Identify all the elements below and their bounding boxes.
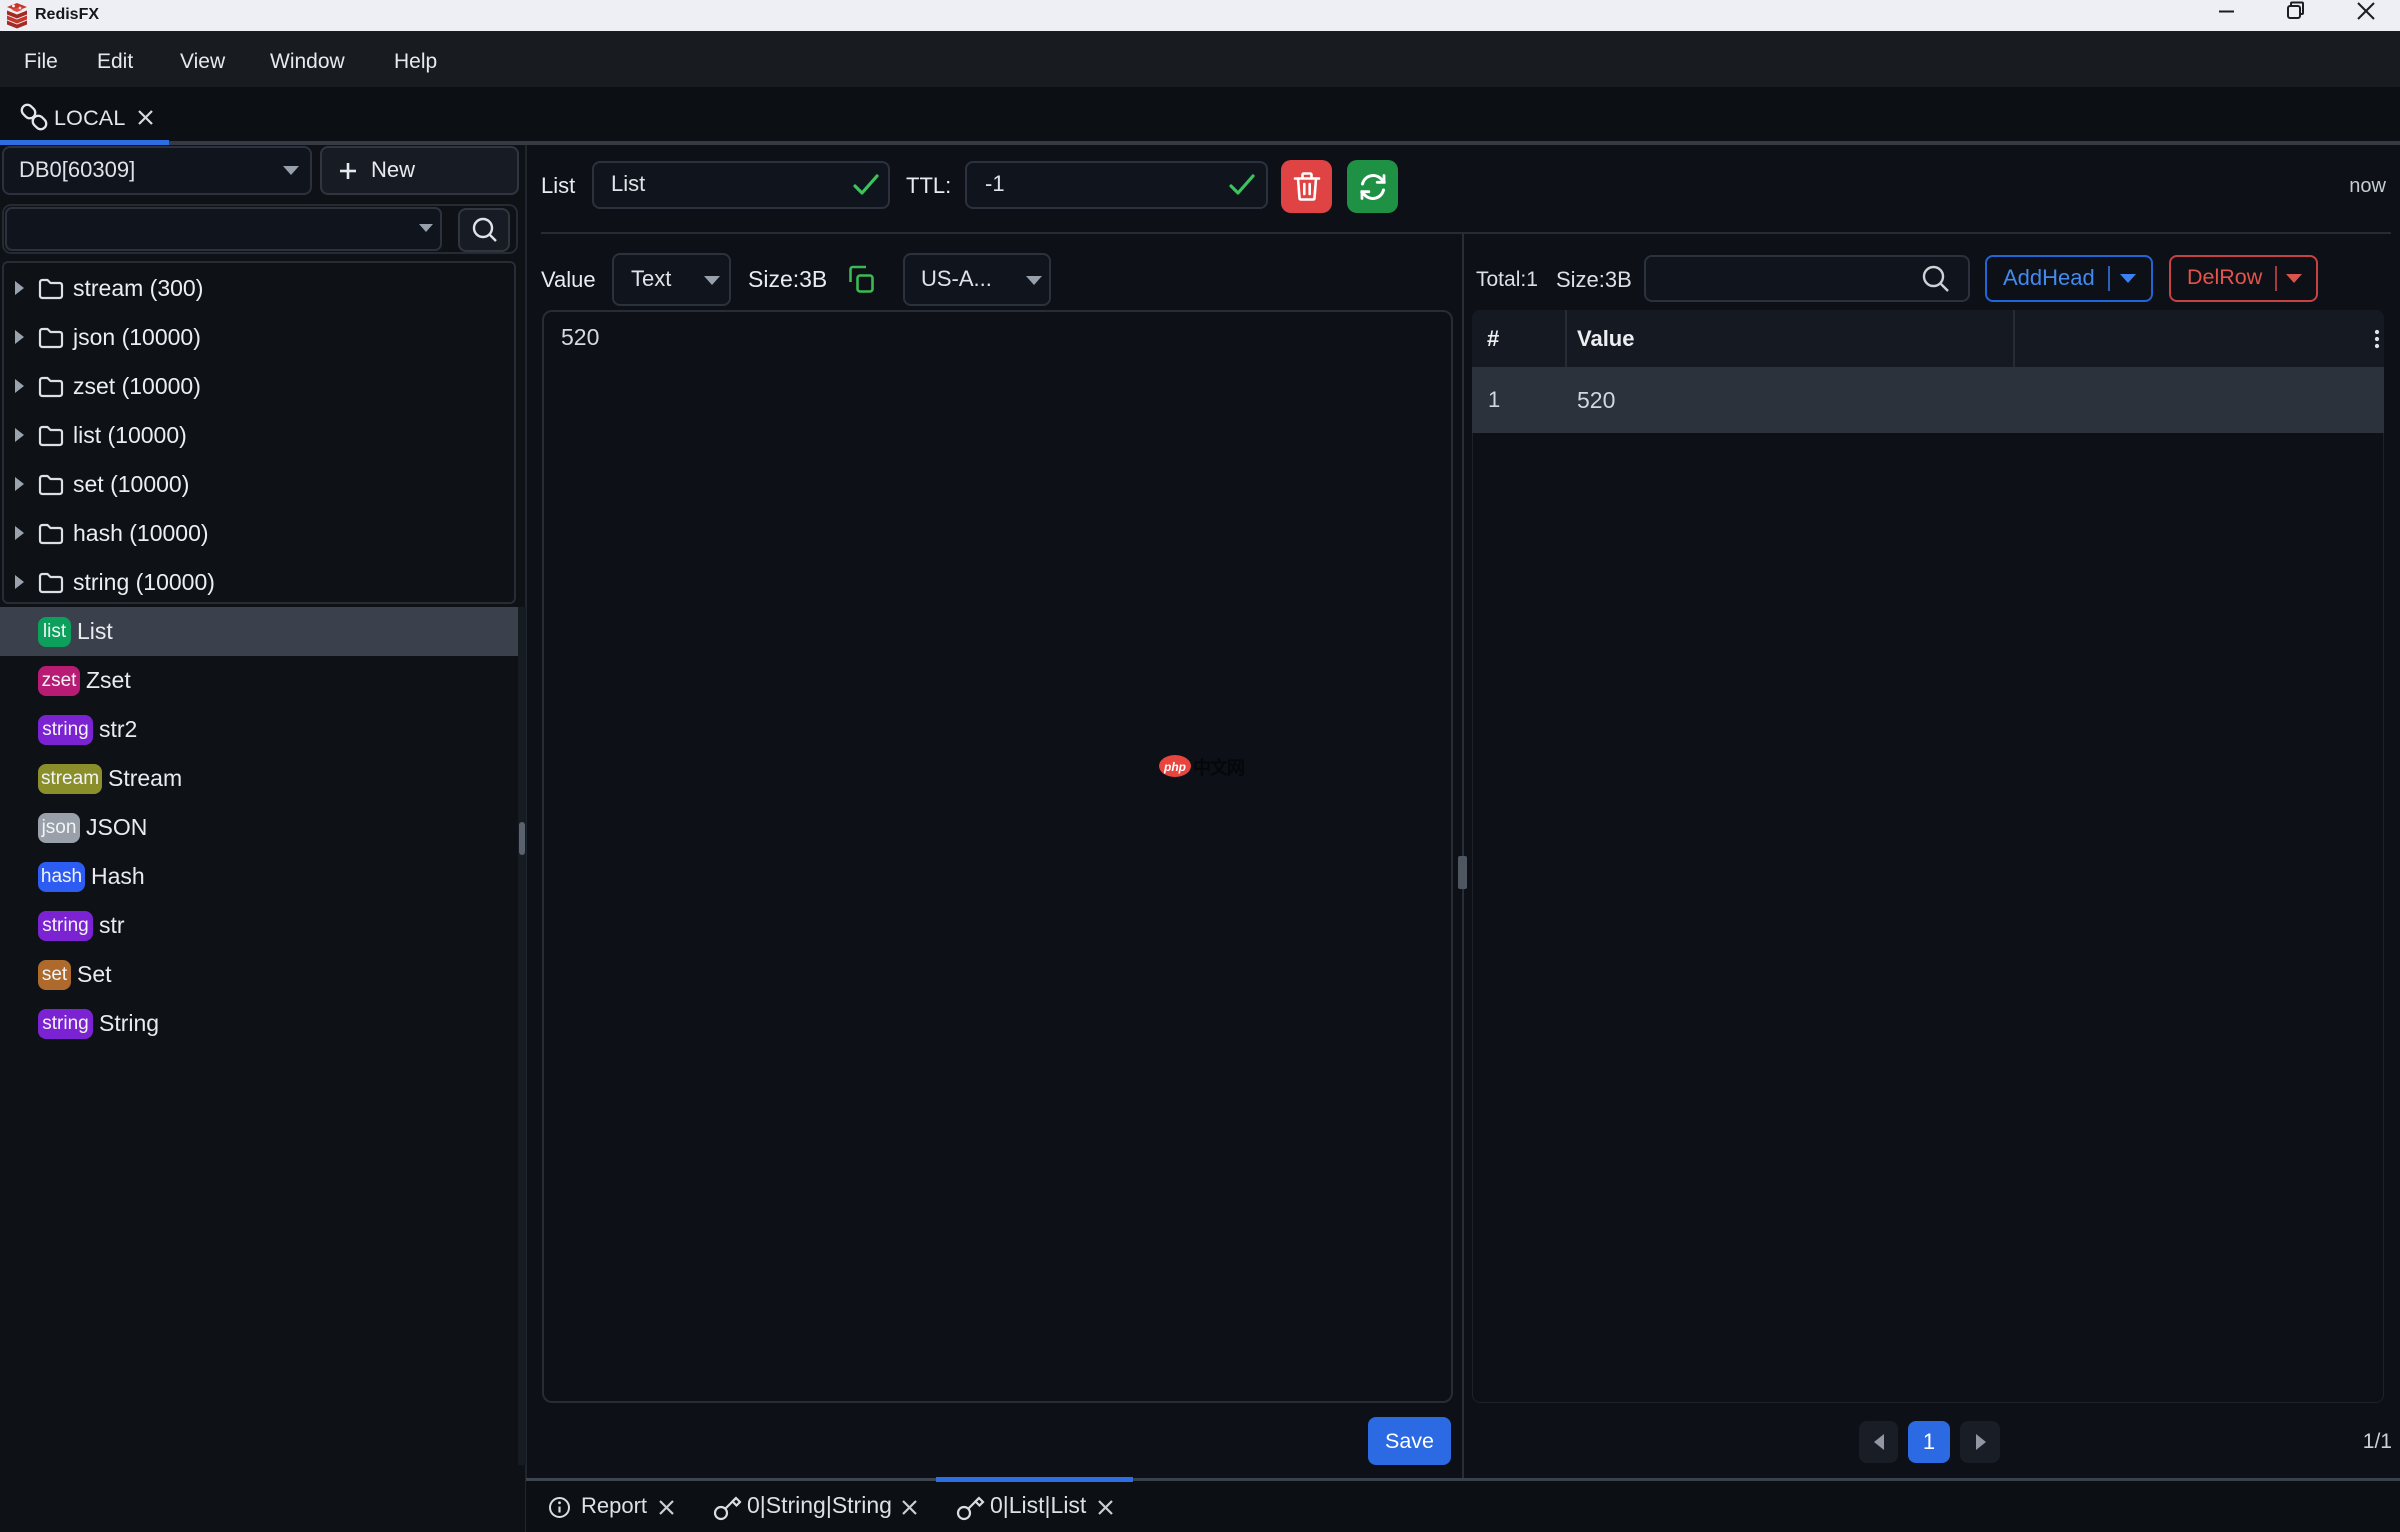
svg-text:php: php (1163, 760, 1186, 774)
